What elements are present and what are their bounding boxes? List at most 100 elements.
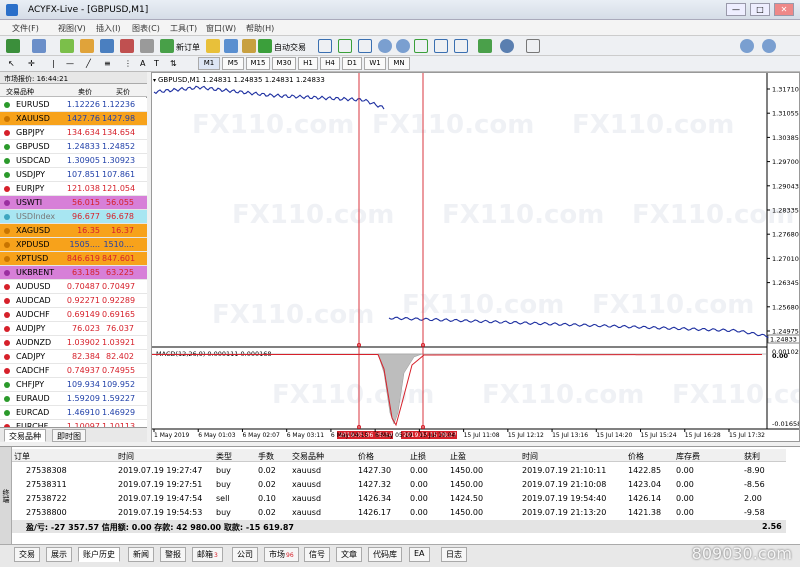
periods-icon[interactable] [500,39,514,53]
terminal-tab[interactable]: 代码库 [368,547,402,562]
menu-tools[interactable]: 工具(T) [170,23,197,34]
market-watch-icon[interactable] [60,39,74,53]
market-watch-row[interactable]: EURUSD 1.12226 1.12236 [0,98,147,112]
crosshair-icon[interactable]: ✛ [28,59,35,68]
navigator-icon[interactable] [100,39,114,53]
help-icon[interactable] [762,39,776,53]
column-header[interactable]: 订单 [14,451,30,462]
col-symbol[interactable]: 交易品种 [6,87,34,97]
market-watch-row[interactable]: AUDJPY 76.023 76.037 [0,322,147,336]
table-row[interactable]: 27538800 2019.07.19 19:54:53 buy 0.02 xauusd… [0,506,786,519]
tab-symbols[interactable]: 交易品种 [4,429,46,442]
market-watch-row[interactable]: EURJPY 121.038 121.054 [0,182,147,196]
profiles-icon[interactable] [32,39,46,53]
market-watch-row[interactable]: CADJPY 82.384 82.402 [0,350,147,364]
market-watch-row[interactable]: AUDCHF 0.69149 0.69165 [0,308,147,322]
text-icon[interactable]: A [140,59,145,68]
terminal-tab[interactable]: 公司 [232,547,258,562]
market-watch-row[interactable]: CADCHF 0.74937 0.74955 [0,364,147,378]
new-order-icon[interactable] [160,39,174,53]
search-icon[interactable] [740,39,754,53]
cursor-icon[interactable]: ↖ [8,59,15,68]
column-header[interactable]: 交易品种 [292,451,324,462]
column-header[interactable]: 时间 [118,451,134,462]
timeframe-h1[interactable]: H1 [298,57,318,70]
market-watch-row[interactable]: USDIndex 96.677 96.678 [0,210,147,224]
bar-chart-icon[interactable] [318,39,332,53]
column-header[interactable]: 价格 [358,451,374,462]
market-watch-row[interactable]: USWTI 56.015 56.055 [0,196,147,210]
column-header[interactable]: 类型 [216,451,232,462]
menu-chart[interactable]: 图表(C) [132,23,160,34]
fibonacci-icon[interactable]: ⋮ [124,59,132,68]
terminal-tab[interactable]: 邮箱3 [192,547,223,562]
menu-view[interactable]: 视图(V) [58,23,86,34]
market-watch-row[interactable]: AUDUSD 0.70487 0.70497 [0,280,147,294]
menu-window[interactable]: 窗口(W) [206,23,236,34]
signals-icon[interactable] [242,39,256,53]
column-header[interactable]: 时间 [522,451,538,462]
market-watch-row[interactable]: XPTUSD 846.619 847.601 [0,252,147,266]
terminal-tab[interactable]: 交易 [14,547,40,562]
timeframe-w1[interactable]: W1 [364,57,386,70]
label-icon[interactable]: T [154,59,159,68]
channel-icon[interactable]: ≡ [104,59,111,68]
market-watch-row[interactable]: EURAUD 1.59209 1.59227 [0,392,147,406]
terminal-tab[interactable]: 展示 [46,547,72,562]
column-header[interactable]: 库存费 [676,451,700,462]
column-header[interactable]: 止盈 [450,451,466,462]
market-watch-row[interactable]: AUDNZD 1.03902 1.03921 [0,336,147,350]
terminal-tab[interactable]: 日志 [441,547,467,562]
chart-window[interactable]: FX110.com FX110.com FX110.com FX110.com FX11… [151,72,800,442]
vertical-line-icon[interactable]: | [52,59,55,68]
timeframe-mn[interactable]: MN [388,57,410,70]
market-watch-row[interactable]: XAGUSD 16.35 16.37 [0,224,147,238]
new-chart-icon[interactable] [6,39,20,53]
col-ask[interactable]: 买价 [116,87,130,97]
market-watch-row[interactable]: CHFJPY 109.934 109.952 [0,378,147,392]
terminal-tab[interactable]: 账户历史 [78,547,120,562]
auto-trading-icon[interactable] [258,39,272,53]
terminal-icon[interactable] [120,39,134,53]
table-row[interactable]: 27538308 2019.07.19 19:27:47 buy 0.02 xauusd… [0,464,786,477]
price-chart[interactable]: FX110.com FX110.com FX110.com FX110.com FX11… [152,73,799,441]
market-watch-row[interactable]: EURCAD 1.46910 1.46929 [0,406,147,420]
timeframe-d1[interactable]: D1 [342,57,362,70]
market-watch-row[interactable]: USDJPY 107.851 107.861 [0,168,147,182]
tester-icon[interactable] [140,39,154,53]
market-watch-row[interactable]: XPDUSD 1505.... 1510.... [0,238,147,252]
metaeditor-icon[interactable] [206,39,220,53]
terminal-tab[interactable]: 新闻 [128,547,154,562]
column-header[interactable]: 止损 [410,451,426,462]
line-chart-icon[interactable] [358,39,372,53]
zoom-out-icon[interactable] [396,39,410,53]
timeframe-m1[interactable]: M1 [198,57,220,70]
auto-scroll-icon[interactable] [454,39,468,53]
trendline-icon[interactable]: ╱ [86,59,91,68]
terminal-tab[interactable]: EA [409,547,430,562]
chart-shift-icon[interactable] [434,39,448,53]
table-row[interactable]: 27538311 2019.07.19 19:27:51 buy 0.02 xauusd… [0,478,786,491]
timeframe-m5[interactable]: M5 [222,57,244,70]
tab-tick-chart[interactable]: 即时图 [52,429,86,442]
tile-windows-icon[interactable] [414,39,428,53]
market-watch-row[interactable]: GBPJPY 134.634 134.654 [0,126,147,140]
table-row[interactable]: 27538722 2019.07.19 19:47:54 sell 0.10 xauus… [0,492,786,505]
minimize-button[interactable]: — [726,3,746,16]
maximize-button[interactable]: □ [750,3,770,16]
templates-icon[interactable] [526,39,540,53]
menu-insert[interactable]: 插入(I) [96,23,121,34]
terminal-tab[interactable]: 警报 [160,547,186,562]
market-watch-row[interactable]: UKBRENT 63.185 63.225 [0,266,147,280]
menu-help[interactable]: 帮助(H) [246,23,274,34]
indicators-icon[interactable] [478,39,492,53]
menu-file[interactable]: 文件(F) [12,23,39,34]
column-header[interactable]: 手数 [258,451,274,462]
terminal-tab[interactable]: 信号 [304,547,330,562]
candle-chart-icon[interactable] [338,39,352,53]
market-watch-row[interactable]: AUDCAD 0.92271 0.92289 [0,294,147,308]
timeframe-m15[interactable]: M15 [246,57,270,70]
terminal-tab[interactable]: 市场96 [264,547,299,562]
data-window-icon[interactable] [80,39,94,53]
shapes-icon[interactable]: ⇅ [170,59,177,68]
